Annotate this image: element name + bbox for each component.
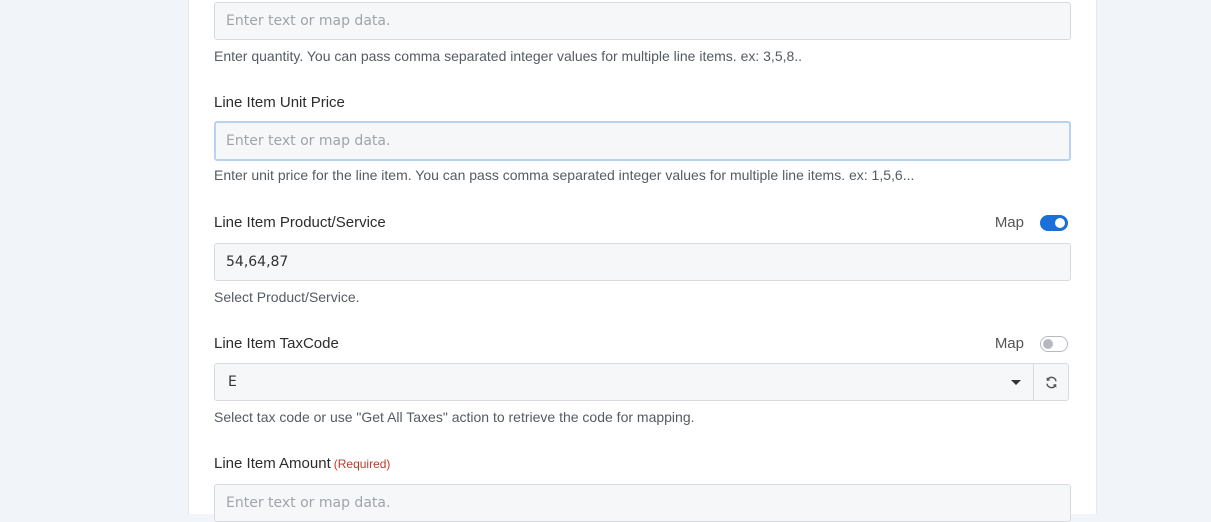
product-service-input[interactable] xyxy=(214,243,1071,281)
amount-input[interactable] xyxy=(214,484,1071,522)
product-service-map-switch[interactable] xyxy=(1040,215,1068,231)
refresh-button[interactable] xyxy=(1034,363,1069,401)
form-panel: Enter quantity. You can pass comma separ… xyxy=(188,0,1097,522)
quantity-input[interactable] xyxy=(214,2,1071,40)
amount-label: Line Item Amount xyxy=(214,455,331,472)
refresh-icon xyxy=(1045,376,1057,388)
tax-code-map-switch[interactable] xyxy=(1040,336,1068,352)
unit-price-label: Line Item Unit Price xyxy=(214,94,345,111)
tax-code-select-row: E xyxy=(214,363,1072,401)
product-service-field: Line Item Product/Service Map Select Pro… xyxy=(214,213,1072,305)
switch-knob xyxy=(1055,218,1065,228)
product-service-label: Line Item Product/Service xyxy=(214,214,386,231)
product-service-label-row: Line Item Product/Service Map xyxy=(214,213,1072,233)
tax-code-map-toggle: Map xyxy=(995,334,1068,354)
product-service-map-toggle: Map xyxy=(995,213,1068,233)
amount-field: Line Item Amount (Required) xyxy=(214,454,1072,522)
unit-price-input[interactable] xyxy=(214,121,1071,161)
tax-code-select[interactable]: E xyxy=(214,363,1034,401)
amount-label-row: Line Item Amount (Required) xyxy=(214,454,1072,474)
quantity-field: Enter quantity. You can pass comma separ… xyxy=(214,2,1072,64)
unit-price-field: Line Item Unit Price Enter unit price fo… xyxy=(214,93,1072,183)
quantity-help: Enter quantity. You can pass comma separ… xyxy=(214,48,803,64)
switch-knob xyxy=(1043,339,1053,349)
tax-code-label: Line Item TaxCode xyxy=(214,335,339,352)
required-indicator: (Required) xyxy=(333,457,391,471)
unit-price-help: Enter unit price for the line item. You … xyxy=(214,167,915,183)
map-label: Map xyxy=(994,335,1024,352)
tax-code-field: Line Item TaxCode Map E Select tax code … xyxy=(214,334,1072,425)
chevron-down-icon xyxy=(1011,379,1021,385)
product-service-help: Select Product/Service. xyxy=(214,289,360,305)
unit-price-label-row: Line Item Unit Price xyxy=(214,93,1072,113)
tax-code-help: Select tax code or use "Get All Taxes" a… xyxy=(214,409,695,425)
tax-code-selected-value: E xyxy=(228,374,237,390)
map-label: Map xyxy=(994,214,1024,231)
tax-code-label-row: Line Item TaxCode Map xyxy=(214,334,1072,354)
